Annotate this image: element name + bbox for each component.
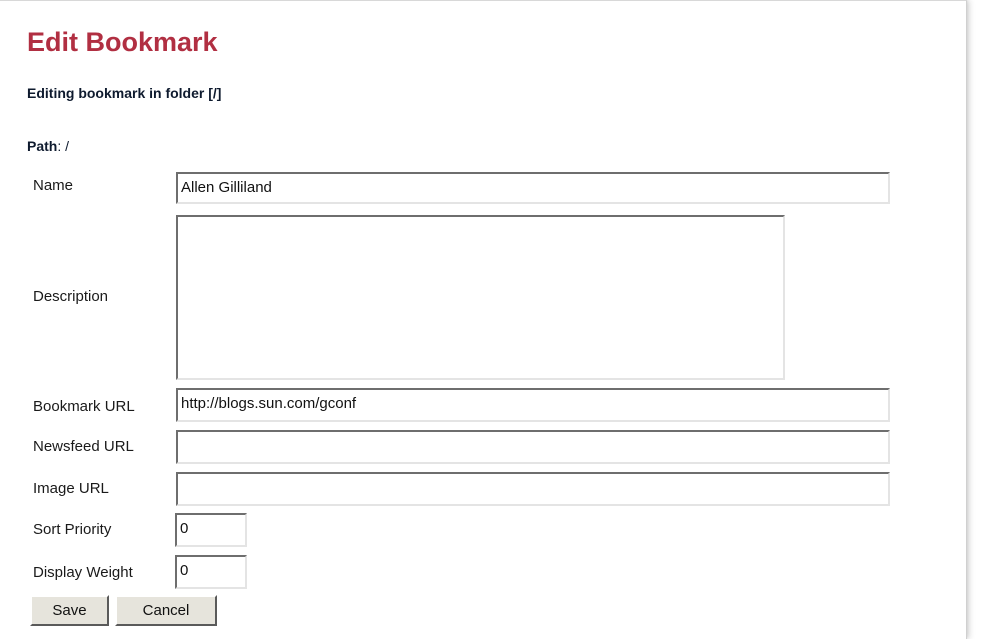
page-title: Edit Bookmark [27, 27, 218, 57]
folder-subtitle: Editing bookmark in folder [/] [27, 85, 222, 101]
path-label: Path [27, 138, 58, 154]
cancel-button[interactable]: Cancel [115, 595, 217, 626]
newsfeed-url-label: Newsfeed URL [33, 438, 134, 455]
description-label: Description [33, 288, 109, 305]
sort-priority-label: Sort Priority [33, 521, 112, 538]
path-line: Path: / [27, 138, 69, 154]
bookmark-url-label: Bookmark URL [33, 398, 135, 415]
page-panel: Edit Bookmark Editing bookmark in folder… [0, 0, 967, 639]
image-url-input[interactable] [176, 472, 890, 506]
image-url-label: Image URL [33, 480, 109, 497]
description-textarea[interactable] [176, 215, 785, 380]
path-value: : / [57, 138, 70, 154]
save-button[interactable]: Save [30, 595, 109, 626]
sort-priority-input[interactable]: 0 [175, 513, 247, 547]
newsfeed-url-input[interactable] [176, 430, 890, 464]
name-label: Name [33, 177, 74, 194]
display-weight-label: Display Weight [33, 564, 133, 581]
display-weight-input[interactable]: 0 [175, 555, 247, 589]
bookmark-url-input[interactable]: http://blogs.sun.com/gconf [176, 388, 890, 422]
name-input[interactable]: Allen Gilliland [176, 172, 890, 204]
